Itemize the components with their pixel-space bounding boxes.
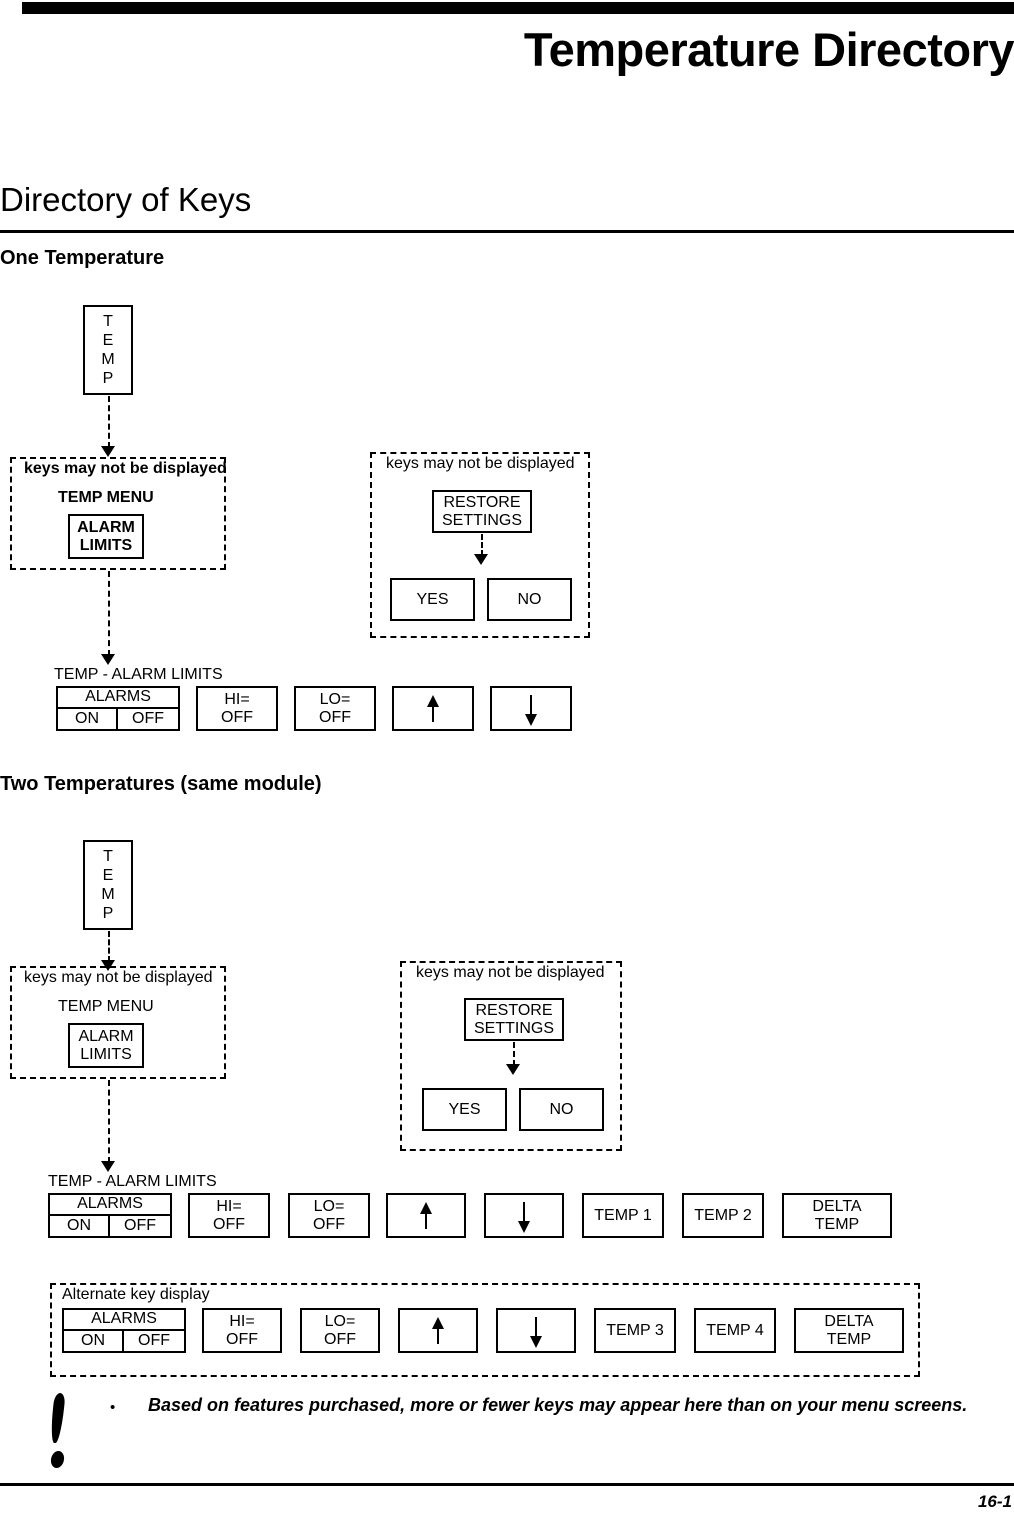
- alarm-limits-row-title-1: TEMP - ALARM LIMITS: [54, 666, 223, 683]
- exclamation-icon: [48, 1393, 70, 1471]
- restore-settings-caption-2: keys may not be displayed: [416, 964, 605, 981]
- no-key-2[interactable]: NO: [519, 1088, 604, 1131]
- hi-limit-key-alt[interactable]: HI= OFF: [202, 1308, 282, 1353]
- down-arrow-key-alt[interactable]: [496, 1308, 576, 1353]
- alarms-off-cell-1[interactable]: OFF: [118, 709, 178, 730]
- down-arrow-key-2[interactable]: [484, 1193, 564, 1238]
- alarm-limits-row-title-2: TEMP - ALARM LIMITS: [48, 1173, 217, 1190]
- restore-settings-key-1[interactable]: RESTORE SETTINGS: [432, 490, 532, 533]
- yes-key-1[interactable]: YES: [390, 578, 475, 621]
- connector-menu-to-limits-2: [108, 1080, 110, 1163]
- connector-arrowhead-2: [101, 654, 115, 665]
- header-rule-bar: [22, 2, 1014, 14]
- yes-key-2[interactable]: YES: [422, 1088, 507, 1131]
- temp-key-letter-m: M: [101, 886, 115, 903]
- temp-key-section-2[interactable]: T E M P: [83, 840, 133, 930]
- temp-2-key[interactable]: TEMP 2: [682, 1193, 764, 1238]
- connector-arrowhead-5: [101, 1161, 115, 1172]
- alarms-key-alt[interactable]: ALARMS ON OFF: [62, 1308, 186, 1353]
- temp-menu-caption-2: keys may not be displayed: [24, 969, 213, 986]
- temp-key-letter-t: T: [103, 313, 113, 330]
- subheading-two-temperatures: Two Temperatures (same module): [0, 773, 322, 795]
- up-arrow-key-2[interactable]: [386, 1193, 466, 1238]
- alarms-key-2[interactable]: ALARMS ON OFF: [48, 1193, 172, 1238]
- alarms-off-cell-alt[interactable]: OFF: [124, 1331, 184, 1352]
- down-arrow-key-1[interactable]: [490, 686, 572, 731]
- note-bullet: •: [110, 1399, 116, 1416]
- up-arrow-icon: [394, 688, 472, 729]
- temp-menu-title-2: TEMP MENU: [58, 998, 154, 1015]
- connector-arrowhead-3: [474, 554, 488, 565]
- alarms-on-cell-1[interactable]: ON: [58, 708, 118, 729]
- footer-divider: [0, 1483, 1014, 1486]
- temp-3-key[interactable]: TEMP 3: [594, 1308, 676, 1353]
- connector-temp-to-menu-2: [108, 931, 110, 962]
- lo-limit-key-alt[interactable]: LO= OFF: [300, 1308, 380, 1353]
- alarms-key-title-alt: ALARMS: [64, 1310, 184, 1331]
- subheading-one-temperature: One Temperature: [0, 247, 165, 269]
- restore-settings-key-2[interactable]: RESTORE SETTINGS: [464, 998, 564, 1041]
- note-text: Based on features purchased, more or few…: [148, 1395, 968, 1415]
- alarms-on-cell-2[interactable]: ON: [50, 1215, 110, 1236]
- down-arrow-icon: [498, 1310, 574, 1351]
- hi-limit-key-2[interactable]: HI= OFF: [188, 1193, 270, 1238]
- restore-settings-caption-1: keys may not be displayed: [386, 455, 575, 472]
- page-number: 16-1: [977, 1492, 1012, 1511]
- section-divider: [0, 230, 1014, 233]
- connector-menu-to-limits-1: [108, 571, 110, 656]
- connector-arrowhead-6: [506, 1064, 520, 1075]
- temp-key-letter-e: E: [102, 867, 114, 884]
- connector-restore-to-choice-2: [513, 1042, 515, 1066]
- temp-key-letter-p: P: [102, 905, 114, 922]
- lo-limit-key-1[interactable]: LO= OFF: [294, 686, 376, 731]
- down-arrow-icon: [486, 1195, 562, 1236]
- delta-temp-key-1[interactable]: DELTA TEMP: [782, 1193, 892, 1238]
- alarms-off-cell-2[interactable]: OFF: [110, 1216, 170, 1237]
- alarms-on-cell-alt[interactable]: ON: [64, 1330, 124, 1351]
- alternate-key-display-caption: Alternate key display: [62, 1286, 210, 1303]
- up-arrow-key-1[interactable]: [392, 686, 474, 731]
- alarm-limits-key-2[interactable]: ALARM LIMITS: [68, 1023, 144, 1068]
- hi-limit-key-1[interactable]: HI= OFF: [196, 686, 278, 731]
- delta-temp-key-2[interactable]: DELTA TEMP: [794, 1308, 904, 1353]
- alarms-key-1[interactable]: ALARMS ON OFF: [56, 686, 180, 731]
- connector-restore-to-choice-1: [481, 534, 483, 556]
- page-title: Temperature Directory: [523, 23, 1014, 76]
- temp-4-key[interactable]: TEMP 4: [694, 1308, 776, 1353]
- temp-key-letter-m: M: [101, 351, 115, 368]
- lo-limit-key-2[interactable]: LO= OFF: [288, 1193, 370, 1238]
- section-heading: Directory of Keys: [0, 181, 252, 218]
- temp-menu-caption-1: keys may not be displayed: [24, 460, 227, 477]
- temp-key-letter-e: E: [102, 332, 114, 349]
- up-arrow-icon: [400, 1310, 476, 1351]
- connector-temp-to-menu-1: [108, 396, 110, 448]
- up-arrow-icon: [388, 1195, 464, 1236]
- temp-menu-title-1: TEMP MENU: [58, 489, 154, 506]
- temp-1-key[interactable]: TEMP 1: [582, 1193, 664, 1238]
- down-arrow-icon: [492, 688, 570, 729]
- temp-key-letter-t: T: [103, 848, 113, 865]
- no-key-1[interactable]: NO: [487, 578, 572, 621]
- temp-key-letter-p: P: [102, 370, 114, 387]
- up-arrow-key-alt[interactable]: [398, 1308, 478, 1353]
- alarm-limits-key-1[interactable]: ALARM LIMITS: [68, 514, 144, 559]
- temp-key-section-1[interactable]: T E M P: [83, 305, 133, 395]
- alarms-key-title-1: ALARMS: [58, 688, 178, 709]
- alarms-key-title-2: ALARMS: [50, 1195, 170, 1216]
- connector-arrowhead-1: [101, 446, 115, 457]
